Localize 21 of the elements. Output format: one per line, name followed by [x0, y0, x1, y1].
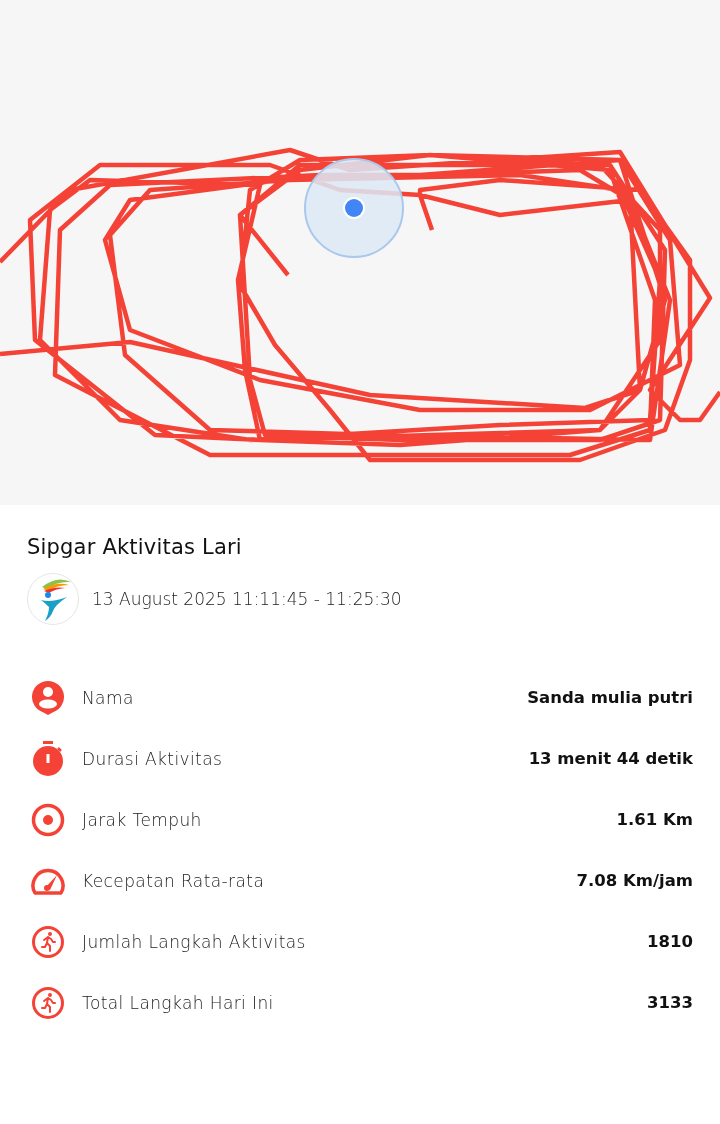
stat-label: Total Langkah Hari Ini [82, 992, 275, 1013]
stat-value: 1810 [647, 932, 693, 951]
stat-value: 1.61 Km [616, 810, 693, 829]
activity-title: Sipgar Aktivitas Lari [27, 535, 242, 559]
stat-label: Jarak Tempuh [82, 809, 203, 830]
stat-label: Durasi Aktivitas [82, 748, 224, 769]
stat-label: Jumlah Langkah Aktivitas [82, 931, 307, 952]
stat-value: Sanda mulia putri [527, 688, 693, 707]
stat-value: 3133 [647, 993, 693, 1012]
location-icon [304, 158, 404, 258]
app-logo-icon [27, 573, 79, 625]
stat-value: 7.08 Km/jam [576, 871, 693, 890]
runner-icon [31, 924, 65, 959]
stat-label: Kecepatan Rata-rata [82, 870, 266, 891]
activity-datetime: 13 August 2025 11:11:45 - 11:25:30 [92, 589, 402, 609]
stat-value: 13 menit 44 detik [528, 749, 693, 768]
stopwatch-icon [31, 740, 65, 777]
runner-icon [31, 985, 65, 1020]
stat-label: Nama [82, 687, 135, 708]
target-icon [31, 802, 65, 837]
person-pin-icon [31, 679, 65, 716]
